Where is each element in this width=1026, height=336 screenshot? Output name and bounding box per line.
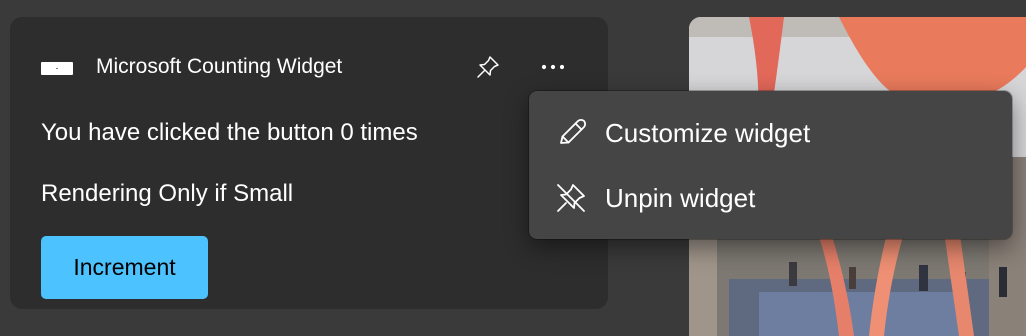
pin-icon	[477, 56, 499, 78]
click-count-text: You have clicked the button 0 times	[41, 119, 418, 146]
pin-button[interactable]	[472, 51, 504, 83]
widget-title: Microsoft Counting Widget	[96, 55, 343, 78]
pencil-icon	[553, 115, 589, 151]
counting-widget-card: Microsoft Counting Widget You have click…	[10, 17, 608, 309]
widget-context-menu: Customize widget Unpin widget	[529, 91, 1012, 239]
more-horizontal-icon	[541, 64, 565, 70]
menu-item-label: Customize widget	[605, 117, 811, 148]
widgets-board: Microsoft Counting Widget You have click…	[0, 0, 1026, 336]
menu-item-unpin-widget[interactable]: Unpin widget	[535, 168, 1006, 228]
unpin-icon	[553, 180, 589, 216]
increment-button[interactable]: Increment	[41, 236, 208, 299]
menu-item-label: Unpin widget	[605, 182, 756, 213]
menu-item-customize-widget[interactable]: Customize widget	[535, 103, 1006, 163]
widget-logo-icon	[41, 62, 73, 75]
more-options-button[interactable]	[536, 51, 570, 83]
render-mode-text: Rendering Only if Small	[41, 180, 294, 207]
